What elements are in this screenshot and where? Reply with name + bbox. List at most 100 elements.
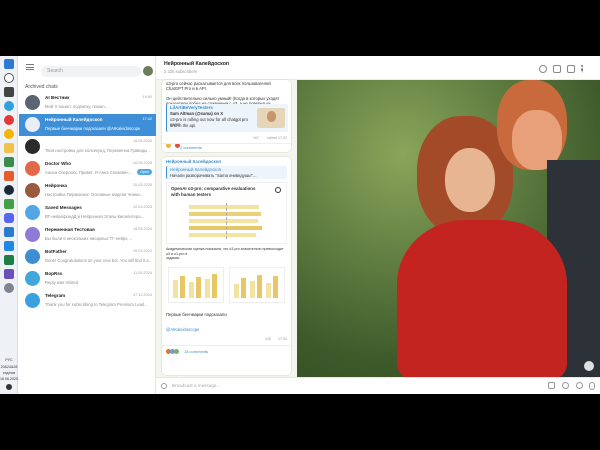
openai-logo-icon	[275, 187, 281, 193]
comments-bar[interactable]: 18 comments	[162, 345, 291, 357]
chat-time: 22.03.2025	[132, 205, 152, 209]
post-line: Первые бенчмарки подсказали	[166, 312, 227, 317]
app-icon[interactable]	[4, 269, 14, 279]
chat-name: Нейронный Калейдоскоп	[45, 117, 103, 122]
scroll-down-icon[interactable]	[584, 361, 594, 371]
bar	[266, 283, 271, 298]
sidebar-header: Search	[19, 56, 156, 80]
subscriber-count: 2 325 subscribers	[164, 69, 198, 74]
excel-icon[interactable]	[4, 255, 14, 265]
reply-text: Начали разворачивать "Sama ачиведушь!"..…	[170, 172, 257, 178]
avatar	[25, 183, 40, 198]
more-icon[interactable]	[581, 65, 584, 73]
chat-list-item[interactable]: BotFather Done! Congratulations on your n…	[19, 246, 156, 268]
chat-list-item[interactable]: BopRss Reply was Visited 11.05.2024	[19, 268, 156, 290]
chat-list-item[interactable]: Saved Messages ВТ-нейрофондД и Нейронная …	[19, 202, 156, 224]
chat-time: 19:50	[142, 95, 152, 99]
reactions[interactable]	[166, 135, 196, 148]
channel-title[interactable]: Нейронный Калейдоскоп	[164, 61, 229, 67]
app-icon[interactable]	[4, 199, 14, 209]
avatar[interactable]	[143, 66, 153, 76]
start-icon[interactable]	[4, 59, 14, 69]
bar	[189, 212, 261, 216]
chat-preview: Мой тг-канал: подписку, пожал...	[45, 104, 109, 109]
message-composer: Broadcast a message...	[156, 377, 600, 394]
explorer-icon[interactable]	[4, 143, 14, 153]
app-icon[interactable]	[4, 241, 14, 251]
app-icon[interactable]	[4, 157, 14, 167]
chat-name: BotFather	[45, 249, 67, 254]
sticker-icon[interactable]	[576, 382, 583, 389]
app-icon[interactable]	[4, 227, 14, 237]
task-view-icon[interactable]	[4, 87, 14, 97]
comments-link[interactable]: 2 comments	[180, 145, 202, 150]
chat-time: 07.12.2024	[132, 293, 152, 297]
side-panel-icon[interactable]	[567, 65, 575, 73]
post-image[interactable]	[166, 263, 287, 307]
open-badge[interactable]: Open	[137, 169, 152, 175]
yandex-icon[interactable]	[4, 115, 14, 125]
avatar	[267, 111, 276, 122]
avatar	[25, 161, 40, 176]
chat-list-item[interactable]: Нейронный Калейдоскоп Первые бенчмарки по…	[19, 114, 156, 136]
caption-line: Академическая оценка показала, что o3-pr…	[166, 247, 284, 256]
bar	[189, 233, 256, 237]
chat-list-item[interactable]: Нейронка Настройка Перманэнх: Основные мо…	[19, 180, 156, 202]
video-chat-icon[interactable]	[553, 65, 561, 73]
bar	[196, 277, 201, 298]
chat-name: Переменная Тестовая	[45, 227, 95, 232]
emoji-icon[interactable]	[548, 382, 555, 389]
quote-title: LilArtiBeVeryTesters	[170, 105, 213, 110]
image-subtitle: with human testers	[171, 192, 212, 197]
chat-list-item[interactable]: Твоя настройка для полсекунд, Переменна …	[19, 136, 156, 158]
chat-list-item[interactable]: AI Вестник Мой тг-канал: подписку, пожал.…	[19, 92, 156, 114]
chat-list-item[interactable]: Telegram Thank you for subscribing to Tel…	[19, 290, 156, 312]
menu-icon[interactable]	[26, 64, 34, 70]
chat-list-item[interactable]: Doctor Who Ажоха Озерских: Привет. Я Анна…	[19, 158, 156, 180]
chat-name: Telegram	[45, 293, 66, 298]
chat-preview: Done! Congratulations on your new bot. Y…	[45, 258, 151, 263]
messages-feed: o3-pro сейчас раскатывается для всех пол…	[156, 80, 297, 377]
keyboard-language[interactable]: РУС	[0, 358, 18, 362]
avatar	[25, 205, 40, 220]
chat-name: AI Вестник	[45, 95, 70, 100]
search-input[interactable]: Search	[41, 66, 141, 77]
archived-chats-label[interactable]: Archived chats	[25, 84, 58, 90]
message-input[interactable]: Broadcast a message...	[172, 383, 220, 388]
post-image[interactable]: OpenAI o3-pro: comparative evaluations w…	[166, 182, 287, 244]
chrome-icon[interactable]	[4, 129, 14, 139]
bar	[257, 275, 262, 298]
chat-preview: ВТ-нейрофондД и Нейронная Этапы Кипалите…	[45, 214, 145, 219]
view-count: 167	[253, 136, 259, 140]
red-dress	[397, 220, 567, 377]
comments-bar[interactable]: 2 comments	[162, 143, 291, 152]
embedded-quote[interactable]: LilArtiBeVeryTesters Sam Altman (@sama) …	[166, 104, 288, 132]
telegram-app-icon[interactable]	[4, 101, 14, 111]
microphone-icon[interactable]	[589, 382, 595, 390]
bar	[250, 281, 255, 298]
reply-preview[interactable]: Нейронный Калейдоскоп Начали разворачива…	[166, 166, 287, 179]
app-icon[interactable]	[4, 171, 14, 181]
search-icon[interactable]	[4, 73, 14, 83]
settings-icon[interactable]	[4, 283, 14, 293]
quote-line: Sam Altman (@sama) on X	[170, 111, 224, 116]
telegram-window: РУС 20&24&28 отд/нов 16.06.2025 Search A…	[0, 56, 600, 394]
silent-icon[interactable]	[562, 382, 569, 389]
chat-time: 16:05.2025	[132, 139, 152, 143]
notification-icon[interactable]	[6, 384, 12, 390]
steam-icon[interactable]	[4, 185, 14, 195]
avatar	[25, 293, 40, 308]
caption-line: задачах.	[166, 256, 181, 260]
baseline	[226, 203, 227, 239]
discord-icon[interactable]	[4, 213, 14, 223]
channel-name[interactable]: Нейронный Калейдоскоп	[166, 159, 221, 164]
reply-author: Нейронный Калейдоскоп	[170, 167, 222, 172]
comments-link[interactable]: 18 comments	[184, 349, 208, 354]
search-icon[interactable]	[539, 65, 547, 73]
channel-tag-link[interactable]: @AIKaleidoscope	[166, 327, 199, 332]
chat-name: Saved Messages	[45, 205, 82, 210]
tray-date[interactable]: 16.06.2025	[0, 377, 18, 381]
chat-list-item[interactable]: Переменная Тестовая Вы были в нескольких …	[19, 224, 156, 246]
bar-chart	[181, 203, 271, 241]
attach-icon[interactable]	[161, 383, 167, 389]
